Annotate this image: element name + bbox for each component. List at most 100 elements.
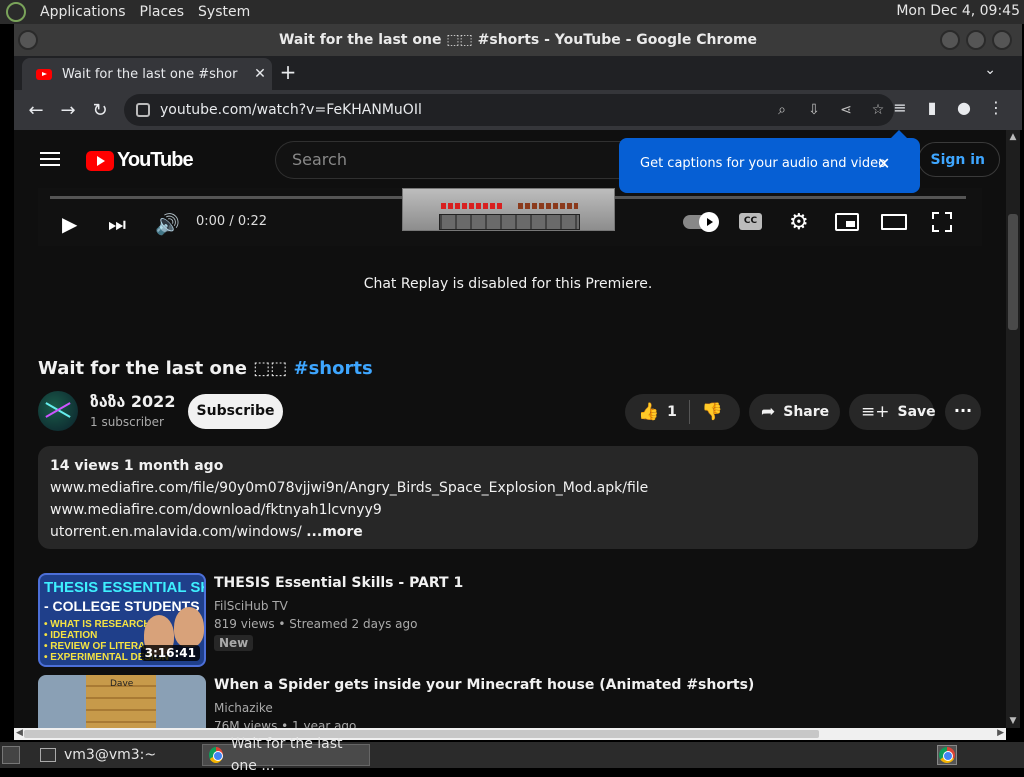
vertical-scroll-thumb[interactable]: [1008, 214, 1018, 330]
scroll-right-icon[interactable]: ▶: [997, 728, 1004, 738]
recommendation-title[interactable]: THESIS Essential Skills - PART 1: [214, 575, 463, 591]
description-link[interactable]: www.mediafire.com/file/90y0m078vjjwi9n/A…: [50, 480, 966, 496]
youtube-favicon-icon: [36, 68, 52, 80]
show-more-button[interactable]: ...more: [306, 524, 363, 540]
save-button[interactable]: ≡+ Save: [849, 394, 936, 430]
side-panel-icon[interactable]: ▮: [920, 98, 944, 117]
reload-button[interactable]: ↻: [84, 100, 116, 121]
applications-menu[interactable]: Applications: [40, 4, 126, 20]
fullscreen-icon[interactable]: [932, 212, 952, 232]
hunger-bar: [518, 203, 578, 209]
media-control-icon[interactable]: ≡: [888, 98, 912, 117]
zoom-search-icon[interactable]: ⌕: [766, 102, 798, 118]
recommendation-item[interactable]: Dave When a Spider gets inside your Mine…: [38, 675, 938, 728]
chrome-menu-icon[interactable]: ⋮: [984, 98, 1008, 117]
url-text[interactable]: youtube.com/watch?v=FeKHANMuOIl: [160, 102, 766, 118]
thumb-sign: Dave: [110, 679, 134, 689]
play-icon[interactable]: ▶: [62, 212, 77, 236]
like-count[interactable]: 1: [667, 404, 677, 420]
horizontal-scroll-thumb[interactable]: [24, 730, 819, 738]
description-box[interactable]: 14 views 1 month ago www.mediafire.com/f…: [38, 446, 978, 549]
description-link[interactable]: www.mediafire.com/download/fktnyah1lcvny…: [50, 502, 966, 518]
browser-toolbar: ← → ↻ youtube.com/watch?v=FeKHANMuOIl ⌕ …: [14, 90, 1022, 130]
show-desktop-button[interactable]: [2, 746, 20, 764]
tab-strip: Wait for the last one #shor ✕ + ⌄: [14, 56, 1022, 90]
like-divider: [688, 400, 690, 424]
description-link-text[interactable]: utorrent.en.malavida.com/windows/: [50, 524, 302, 540]
minimize-button[interactable]: [940, 30, 960, 50]
scroll-down-icon[interactable]: ▼: [1008, 716, 1018, 726]
scroll-left-icon[interactable]: ◀: [16, 728, 23, 738]
share-arrow-icon: ➦: [761, 402, 776, 422]
browser-tab[interactable]: Wait for the last one #shor ✕: [22, 58, 272, 90]
thumb-bullet: • WHAT IS RESEARCH?: [44, 619, 157, 630]
window-menu-icon[interactable]: [18, 30, 38, 50]
tab-search-chevron-icon[interactable]: ⌄: [984, 62, 996, 78]
captions-button[interactable]: CC: [739, 213, 762, 230]
hashtag-link[interactable]: #shorts: [293, 358, 372, 379]
close-tooltip-icon[interactable]: ✕: [877, 138, 890, 190]
scroll-up-icon[interactable]: ▲: [1008, 132, 1018, 142]
recommendation-title[interactable]: When a Spider gets inside your Minecraft…: [214, 677, 754, 693]
presenter-face: [174, 607, 204, 647]
youtube-play-icon: [86, 150, 114, 171]
taskbar-terminal[interactable]: vm3@vm3:~: [34, 744, 194, 766]
search-input[interactable]: Search: [275, 141, 625, 179]
forward-button[interactable]: →: [52, 100, 84, 121]
sign-in-button[interactable]: Sign in: [918, 142, 1000, 177]
system-menu[interactable]: System: [198, 4, 250, 20]
tooltip-notch: [891, 130, 907, 138]
youtube-logo[interactable]: YouTube: [86, 149, 194, 172]
video-frame-preview: [402, 188, 615, 231]
panel-clock[interactable]: Mon Dec 4, 09:45: [896, 3, 1020, 19]
new-badge: New: [214, 635, 254, 651]
miniplayer-icon[interactable]: [835, 213, 859, 231]
thumbs-down-icon[interactable]: 👎: [702, 402, 723, 422]
bottom-taskbar: vm3@vm3:~ Wait for the last one ...: [0, 736, 1024, 774]
theater-mode-icon[interactable]: [881, 214, 907, 230]
settings-gear-icon[interactable]: ⚙: [789, 210, 809, 235]
lock-icon[interactable]: [136, 103, 150, 117]
video-thumbnail[interactable]: Dave: [38, 675, 206, 728]
tray-chrome-icon[interactable]: [937, 745, 957, 765]
next-icon[interactable]: ⏭: [108, 212, 126, 236]
install-icon[interactable]: ⇩: [798, 102, 830, 118]
taskbar-terminal-label: vm3@vm3:~: [64, 747, 157, 763]
thumbs-up-icon[interactable]: 👍: [638, 402, 659, 422]
close-tab-icon[interactable]: ✕: [248, 66, 272, 82]
distro-logo-icon[interactable]: [6, 2, 26, 22]
recommendation-channel[interactable]: Michazike: [214, 701, 273, 715]
page-viewport: YouTube Search Sign in ▶ ⏭ 🔊 0:00 / 0:22…: [14, 130, 1006, 728]
hotbar: [439, 214, 580, 230]
volume-icon[interactable]: 🔊: [155, 212, 180, 236]
channel-name[interactable]: ზაზა 2022: [90, 392, 175, 411]
description-link: utorrent.en.malavida.com/windows/ ...mor…: [50, 524, 966, 540]
taskbar-chrome[interactable]: Wait for the last one ...: [202, 736, 370, 774]
captions-tooltip: Get captions for your audio and video ✕: [619, 130, 920, 193]
horizontal-scrollbar[interactable]: ◀ ▶: [14, 728, 1006, 740]
places-menu[interactable]: Places: [140, 4, 185, 20]
maximize-button[interactable]: [966, 30, 986, 50]
video-title-text: Wait for the last one ⬚⬚: [38, 358, 294, 379]
thumb-text: - COLLEGE STUDENTS: [44, 598, 200, 614]
share-button[interactable]: ➦ Share: [749, 394, 840, 430]
more-actions-button[interactable]: ···: [945, 394, 981, 430]
autoplay-toggle[interactable]: [683, 212, 719, 232]
address-bar[interactable]: youtube.com/watch?v=FeKHANMuOIl ⌕ ⇩ ⋖ ☆: [124, 94, 894, 126]
autoplay-knob-icon: [699, 212, 719, 232]
recommendation-channel[interactable]: FilSciHub TV: [214, 599, 288, 613]
recommendation-item[interactable]: THESIS ESSENTIAL SKILLS - COLLEGE STUDEN…: [38, 573, 938, 669]
back-button[interactable]: ←: [20, 100, 52, 121]
tooltip-text: Get captions for your audio and video: [640, 156, 887, 171]
subscribe-button[interactable]: Subscribe: [188, 394, 283, 429]
video-thumbnail[interactable]: THESIS ESSENTIAL SKILLS - COLLEGE STUDEN…: [38, 573, 206, 667]
vertical-scrollbar[interactable]: ▲ ▼: [1006, 130, 1020, 728]
save-playlist-icon: ≡+: [861, 402, 890, 422]
profile-icon[interactable]: ●: [952, 98, 976, 117]
channel-avatar[interactable]: [38, 391, 78, 431]
share-icon[interactable]: ⋖: [830, 102, 862, 118]
new-tab-button[interactable]: +: [276, 60, 300, 84]
close-window-button[interactable]: [992, 30, 1012, 50]
hamburger-menu-icon[interactable]: [40, 152, 60, 166]
window-titlebar[interactable]: Wait for the last one ⬚⬚ #shorts - YouTu…: [14, 24, 1022, 56]
